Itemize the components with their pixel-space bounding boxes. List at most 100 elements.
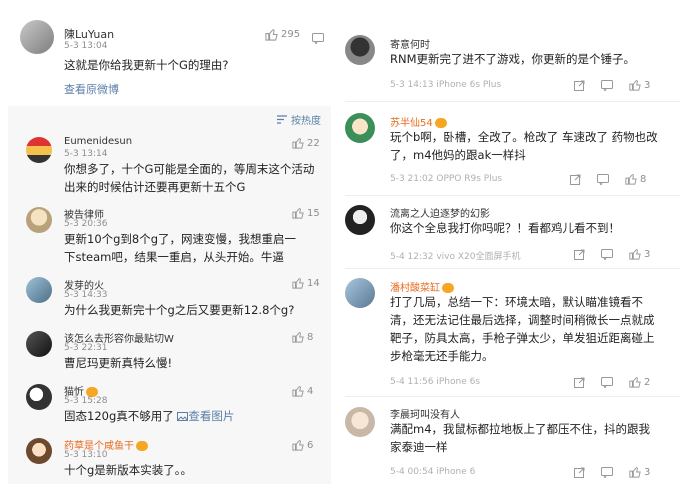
like-count: 4 <box>307 385 314 397</box>
like-count: 3 <box>644 79 651 91</box>
like-count: 14 <box>307 277 320 289</box>
comment-text-content: 固态120g真不够用了 <box>64 409 174 423</box>
sort-button[interactable]: 按热度 <box>277 112 321 127</box>
comment-user-name[interactable]: 苏半仙54 <box>390 114 447 129</box>
divider <box>345 396 680 397</box>
comment-meta: 5-3 21:02 OPPO R9s Plus <box>390 174 503 184</box>
avatar[interactable] <box>26 331 52 357</box>
comment-text: 玩个b啊，卧槽，全改了。枪改了 车速改了 药物也改了，m4他妈的跟ak一样抖 <box>390 130 658 162</box>
comment-text: 固态120g真不够用了 查看图片 <box>64 407 234 425</box>
like-count: 15 <box>307 207 320 219</box>
avatar[interactable] <box>345 407 375 437</box>
divider <box>345 268 680 269</box>
thumbs-up-icon <box>629 467 641 478</box>
reply-icon[interactable] <box>312 29 324 48</box>
avatar[interactable] <box>345 113 375 143</box>
like-button[interactable]: 15 <box>292 207 320 219</box>
comment-time: 5-3 20:36 <box>64 219 108 229</box>
like-button[interactable]: 8 <box>625 173 646 185</box>
like-count: 3 <box>644 466 651 478</box>
reply-icon[interactable] <box>601 466 613 478</box>
comment-actions: 2 <box>574 376 650 388</box>
reply-icon[interactable] <box>601 248 613 260</box>
comment-text: 十个g是新版本实装了。。 <box>64 463 193 477</box>
share-icon[interactable] <box>574 80 585 91</box>
thumbs-up-icon <box>292 208 304 219</box>
like-button[interactable]: 14 <box>292 277 320 289</box>
comment-user-name[interactable]: 陳LuYuan <box>64 26 114 42</box>
reply-icon[interactable] <box>597 173 609 185</box>
sort-icon <box>277 115 287 124</box>
like-button[interactable]: 3 <box>629 79 650 91</box>
comment-user-name[interactable]: 李晨珂叫没有人 <box>390 406 460 421</box>
comment-actions: 3 <box>574 466 650 478</box>
image-icon <box>177 412 189 421</box>
comment-text: 打了几局，总结一下：环境太暗，默认瞄准镜看不清，还无法记住最后选择，调整时间稍微… <box>390 295 655 363</box>
comment-text: 你这个全息我打你吗呢？！看都鸡儿看不到！ <box>390 221 620 235</box>
like-count: 6 <box>307 439 314 451</box>
comment-user-name[interactable]: 寄意何时 <box>390 36 430 51</box>
share-icon[interactable] <box>574 467 585 478</box>
like-button[interactable]: 8 <box>292 331 313 343</box>
comment-meta: 5-4 00:54 iPhone 6 <box>390 467 476 477</box>
comment-time: 5-3 14:33 <box>64 290 108 300</box>
vip-badge-icon <box>136 441 148 451</box>
avatar[interactable] <box>345 278 375 308</box>
avatar[interactable] <box>26 277 52 303</box>
comment-time: 5-3 13:10 <box>64 450 108 460</box>
thumbs-up-icon <box>629 377 641 388</box>
comment-text: 为什么我更新完十个g之后又要更新12.8个g? <box>64 303 295 317</box>
comment-text: 这就是你给我更新十个G的理由? <box>64 58 229 72</box>
original-comment: 陳LuYuan 5-3 13:04 这就是你给我更新十个G的理由? 查看原微博 … <box>0 0 338 104</box>
divider <box>345 101 680 102</box>
avatar[interactable] <box>20 20 54 54</box>
comment-user-name[interactable]: 流离之人迫逐梦的幻影 <box>390 205 490 220</box>
avatar[interactable] <box>26 137 52 163</box>
like-button[interactable]: 3 <box>629 248 650 260</box>
reply-icon[interactable] <box>601 79 613 91</box>
like-count: 295 <box>281 29 301 40</box>
avatar[interactable] <box>26 384 52 410</box>
vip-badge-icon <box>434 118 447 128</box>
thumbs-up-icon <box>292 332 304 343</box>
avatar[interactable] <box>345 35 375 65</box>
like-count: 22 <box>307 137 320 149</box>
comment-user-name[interactable]: 潘村酸菜缸 <box>390 279 454 294</box>
comment-actions: 8 <box>570 173 646 185</box>
share-icon[interactable] <box>574 377 585 388</box>
comment-meta: 5-4 12:32 vivo X20全面屏手机 <box>390 252 521 262</box>
like-count: 8 <box>640 173 647 185</box>
thumbs-up-icon <box>292 278 304 289</box>
view-image-link[interactable]: 查看图片 <box>177 409 234 423</box>
avatar[interactable] <box>26 207 52 233</box>
comment-text: 更新10个g到8个g了，网速变慢，我想重启一下steam吧，结果一重启，从头开始… <box>64 232 297 264</box>
comment-time: 5-3 22:31 <box>64 343 108 353</box>
comment-time: 5-3 13:14 <box>64 149 108 159</box>
like-button[interactable]: 2 <box>629 376 650 388</box>
view-original-link[interactable]: 查看原微博 <box>64 81 119 97</box>
view-image-label: 查看图片 <box>188 409 235 423</box>
thumbs-up-icon <box>292 386 304 397</box>
comment-time: 5-3 13:04 <box>64 41 108 51</box>
comment-actions: 3 <box>574 79 650 91</box>
thumbs-up-icon <box>629 80 641 91</box>
avatar[interactable] <box>345 205 375 235</box>
comment-time: 5-3 15:28 <box>64 396 108 406</box>
comment-user-name[interactable]: Eumenidesun <box>64 136 132 147</box>
thumbs-up-icon <box>625 174 637 185</box>
like-button[interactable]: 4 <box>292 385 313 397</box>
comment-text: 满配m4，我鼠标都拉地板上了都压不住，抖的跟我家泰迪一样 <box>390 422 651 454</box>
like-button[interactable]: 22 <box>292 137 320 149</box>
thumbs-up-icon <box>629 249 641 260</box>
like-button[interactable]: 6 <box>292 439 313 451</box>
share-icon[interactable] <box>574 249 585 260</box>
reply-icon[interactable] <box>601 376 613 388</box>
share-icon[interactable] <box>570 174 581 185</box>
avatar[interactable] <box>26 438 52 464</box>
like-button[interactable]: 295 <box>265 28 300 41</box>
like-count: 8 <box>307 331 314 343</box>
like-button[interactable]: 3 <box>629 466 650 478</box>
comment-meta: 5-4 11:56 iPhone 6s <box>390 377 481 387</box>
like-count: 3 <box>644 248 651 260</box>
divider <box>345 195 680 196</box>
